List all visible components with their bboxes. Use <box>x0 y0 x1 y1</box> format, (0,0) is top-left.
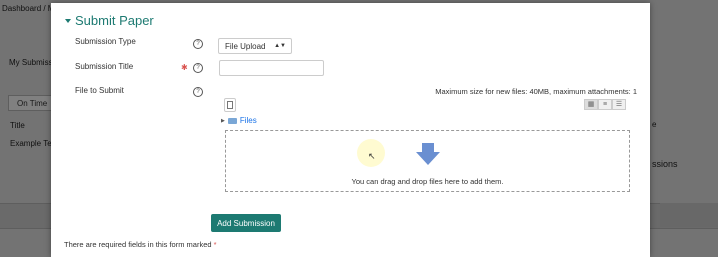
add-submission-button[interactable]: Add Submission <box>211 214 281 232</box>
submit-paper-modal: Submit Paper Submission Type ? File Uplo… <box>51 3 650 257</box>
submission-type-label: Submission Type <box>75 37 136 46</box>
max-size-info: Maximum size for new files: 40MB, maximu… <box>435 87 637 96</box>
my-submission-heading: My Submissi <box>9 58 55 67</box>
tree-view-icon[interactable]: ☰ <box>612 99 626 110</box>
submissions-heading-fragment: ssions <box>652 159 678 169</box>
table-header-right: e <box>652 120 657 129</box>
required-fields-note: There are required fields in this form m… <box>64 240 217 249</box>
required-icon: ✱ <box>181 63 188 72</box>
download-arrow-icon <box>416 143 440 165</box>
table-footer-band-right <box>660 203 718 227</box>
dropdown-arrows-icon: ▲▼ <box>274 43 286 49</box>
submit-paper-legend[interactable]: Submit Paper <box>65 13 154 28</box>
collapse-caret-icon[interactable] <box>65 18 71 23</box>
table-header-title: Title <box>10 121 25 130</box>
add-file-button[interactable] <box>224 98 236 112</box>
mouse-cursor-icon: ↖ <box>368 151 376 161</box>
file-icon <box>227 101 233 109</box>
submission-type-value: File Upload <box>225 42 266 51</box>
legend-title: Submit Paper <box>75 13 154 28</box>
submission-title-input[interactable] <box>219 60 324 76</box>
expand-triangle-icon: ▶ <box>221 117 225 124</box>
table-cell-example: Example Te <box>10 139 52 148</box>
list-view-icon[interactable]: ≡ <box>598 99 612 110</box>
submission-type-select[interactable]: File Upload ▲▼ <box>218 38 292 54</box>
required-note-text: There are required fields in this form m… <box>64 240 212 249</box>
breadcrumb: Dashboard / M <box>2 4 55 13</box>
drop-hint: You can drag and drop files here to add … <box>351 177 504 186</box>
file-to-submit-label: File to Submit <box>75 86 124 95</box>
help-icon[interactable]: ? <box>193 87 203 97</box>
view-mode-toggle: ▦ ≡ ☰ <box>584 99 626 110</box>
files-tree-node[interactable]: ▶ Files <box>221 116 257 125</box>
icons-view-icon[interactable]: ▦ <box>584 99 598 110</box>
help-icon[interactable]: ? <box>193 39 203 49</box>
files-label: Files <box>239 116 257 125</box>
file-drop-zone[interactable]: ↖ You can drag and drop files here to ad… <box>225 130 630 192</box>
submission-title-label: Submission Title <box>75 62 134 71</box>
folder-icon <box>227 117 237 124</box>
required-star: * <box>213 240 217 249</box>
help-icon[interactable]: ? <box>193 63 203 73</box>
